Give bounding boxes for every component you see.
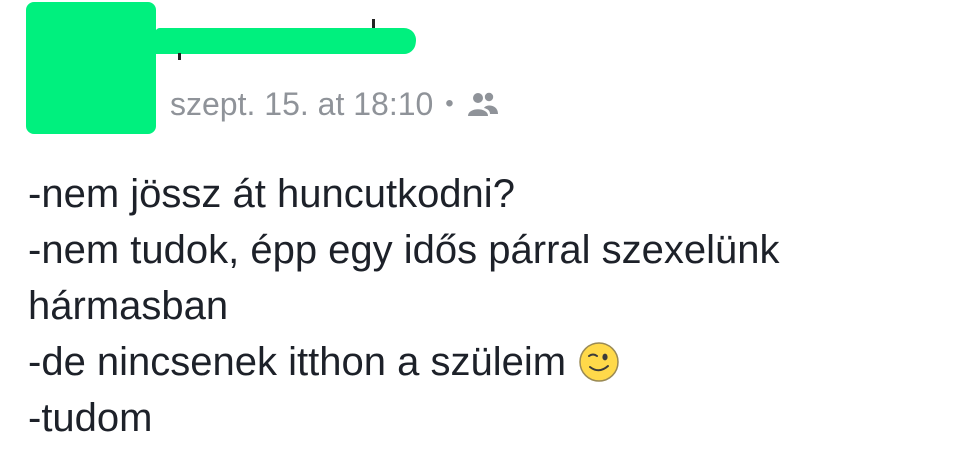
meta-separator: • [445,90,454,117]
post-card: szept. 15. at 18:10 • -nem jössz át hunc… [0,0,960,473]
message-line-3: hármasban [28,284,229,328]
friends-icon[interactable] [466,90,500,118]
wink-emoji-icon [579,342,619,382]
author-name-glyph-remnant [178,53,181,60]
message-line-2: -nem tudok, épp egy idős párral szexelün… [28,228,780,272]
message-line-5: -tudom [28,396,153,440]
message-line-1: -nem jössz át huncutkodni? [28,172,515,216]
message-line-4-text: -de nincsenek itthon a szüleim [28,340,567,384]
post-meta: szept. 15. at 18:10 • [170,83,500,125]
avatar-redacted[interactable] [26,2,156,134]
message-line-4: -de nincsenek itthon a szüleim [28,334,938,390]
author-name-redacted[interactable] [152,28,418,54]
post-message: -nem jössz át huncutkodni? -nem tudok, é… [28,166,938,446]
author-name-glyph-remnant [372,19,375,28]
post-timestamp[interactable]: szept. 15. at 18:10 [170,86,433,123]
